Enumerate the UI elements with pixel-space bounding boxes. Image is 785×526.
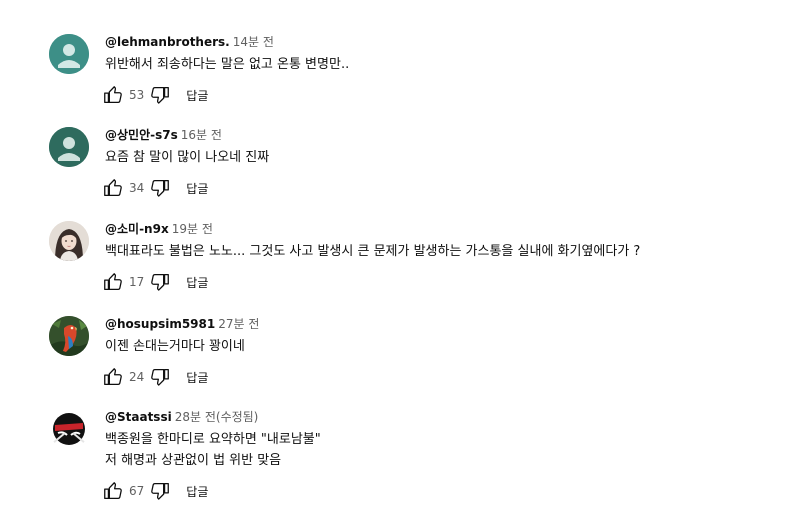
like-button[interactable] [101,479,125,503]
comment-text-line: 요즘 참 말이 많이 나오네 진짜 [105,150,270,165]
avatar[interactable] [49,316,89,356]
comment-text: 백종원을 한마디로 요약하면 "내로남불" 저 해명과 상관없이 법 위반 맞음 [105,429,775,471]
like-button[interactable] [101,176,125,200]
avatar[interactable] [49,127,89,167]
comment-actions: 53 답글 [104,83,775,107]
comment-actions: 67 답글 [104,479,775,503]
comment-time[interactable]: 28분 전(수정됨) [175,410,259,424]
like-count: 24 [129,370,145,384]
comment-text: 요즘 참 말이 많이 나오네 진짜 [105,147,775,168]
comment-author[interactable]: @lehmanbrothers. [105,35,230,49]
thumbs-down-icon [151,180,170,197]
like-count: 34 [129,181,145,195]
comment-author[interactable]: @소미-n9x [105,222,169,236]
comment-time[interactable]: 27분 전 [218,317,259,331]
comment-actions: 34 답글 [104,176,775,200]
comment-author[interactable]: @상민안-s7s [105,128,178,142]
reply-button[interactable]: 답글 [186,274,208,291]
comment-header: @Staatssi 28분 전(수정됨) [105,409,775,425]
comment-text-line: 이젠 손대는거마다 꽝이네 [105,339,245,354]
like-count: 53 [129,88,145,102]
like-button[interactable] [101,365,125,389]
dislike-button[interactable] [148,176,172,200]
dislike-button[interactable] [148,479,172,503]
comment-text: 위반해서 죄송하다는 말은 없고 온통 변명만.. [105,54,775,75]
avatar[interactable] [49,34,89,74]
default-avatar-icon [49,127,89,167]
comment-header: @상민안-s7s 16분 전 [105,127,775,143]
comment-actions: 17 답글 [104,270,775,294]
reply-button[interactable]: 답글 [186,180,208,197]
thumbs-down-icon [151,483,170,500]
default-avatar-icon [49,34,89,74]
comment-actions: 24 답글 [104,365,775,389]
thumbs-up-icon [104,86,122,103]
comment-author[interactable]: @Staatssi [105,410,172,424]
thumbs-up-icon [104,482,122,499]
thumbs-down-icon [151,87,170,104]
like-button[interactable] [101,83,125,107]
dislike-button[interactable] [148,270,172,294]
like-count: 17 [129,275,145,289]
comment-text: 이젠 손대는거마다 꽝이네 [105,336,775,357]
comment-text-line: 백대표라도 불법은 노노... 그것도 사고 발생시 큰 문제가 발생하는 가스… [105,244,641,259]
ninja-logo-icon [49,409,89,449]
comment-text-line: 백종원을 한마디로 요약하면 "내로남불" [105,432,321,447]
person-photo-icon [49,221,89,261]
dislike-button[interactable] [148,83,172,107]
avatar[interactable] [49,221,89,261]
thumbs-down-icon [151,274,170,291]
comment-time[interactable]: 14분 전 [233,35,274,49]
thumbs-up-icon [104,179,122,196]
thumbs-up-icon [104,273,122,290]
comment-time[interactable]: 19분 전 [172,222,213,236]
comment-text-line: 저 해명과 상관없이 법 위반 맞음 [105,453,282,468]
reply-button[interactable]: 답글 [186,369,208,386]
reply-button[interactable]: 답글 [186,483,208,500]
comment-text-line: 위반해서 죄송하다는 말은 없고 온통 변명만.. [105,57,350,72]
comment-header: @hosupsim5981 27분 전 [105,316,775,332]
comment-text: 백대표라도 불법은 노노... 그것도 사고 발생시 큰 문제가 발생하는 가스… [105,241,775,262]
thumbs-up-icon [104,368,122,385]
comment-time[interactable]: 16분 전 [181,128,222,142]
avatar[interactable] [49,409,89,449]
like-button[interactable] [101,270,125,294]
parrot-photo-icon [49,316,89,356]
like-count: 67 [129,484,145,498]
comment-header: @lehmanbrothers. 14분 전 [105,34,775,50]
comment-header: @소미-n9x 19분 전 [105,221,775,237]
thumbs-down-icon [151,369,170,386]
reply-button[interactable]: 답글 [186,87,208,104]
dislike-button[interactable] [148,365,172,389]
comment-author[interactable]: @hosupsim5981 [105,317,215,331]
